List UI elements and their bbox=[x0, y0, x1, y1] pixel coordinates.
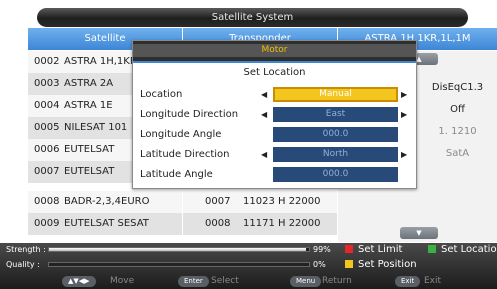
version-value: 1. 1210 bbox=[438, 126, 477, 137]
latitude-direction-row[interactable]: Latitude Direction ◀ North ▶ bbox=[133, 145, 416, 164]
satellite-name: EUTELSAT SESAT bbox=[64, 218, 149, 229]
sat-value: SatA bbox=[445, 148, 470, 159]
satellite-number: 0006 bbox=[34, 144, 60, 155]
left-arrow-icon[interactable]: ◀ bbox=[261, 85, 267, 104]
satellite-number: 0005 bbox=[34, 122, 60, 133]
exit-hint: Exit bbox=[424, 276, 442, 286]
satellite-row[interactable]: 0009 EUTELSAT SESAT bbox=[28, 213, 182, 235]
transponder-number: 0007 bbox=[205, 196, 231, 207]
left-arrow-icon[interactable]: ◀ bbox=[261, 105, 267, 124]
satellite-system-screen: Satellite System Satellite Transponder A… bbox=[0, 0, 497, 289]
toneburst-value: Off bbox=[450, 104, 465, 115]
strength-bar-fill bbox=[49, 248, 307, 251]
satellite-name: ASTRA 2A bbox=[64, 78, 114, 89]
yellow-key-icon bbox=[345, 260, 353, 268]
set-position-legend[interactable]: Set Position bbox=[345, 258, 417, 271]
location-selector[interactable]: Manual bbox=[273, 87, 398, 102]
set-location-legend[interactable]: Set Location bbox=[428, 243, 497, 256]
enter-key-button[interactable]: Enter bbox=[178, 276, 209, 287]
satellite-number: 0009 bbox=[34, 218, 60, 229]
strength-meter: Strength : 99% bbox=[0, 243, 497, 256]
location-label: Location bbox=[140, 89, 183, 100]
motor-dialog-titlebar: Motor bbox=[133, 41, 416, 63]
transponder-frequency: 11023 H 22000 bbox=[243, 196, 321, 207]
red-key-icon bbox=[345, 245, 353, 253]
motor-dialog-title: Motor bbox=[133, 44, 416, 57]
menu-key-button[interactable]: Menu bbox=[290, 276, 322, 287]
transponder-number: 0008 bbox=[205, 218, 231, 229]
latitude-direction-label: Latitude Direction bbox=[140, 149, 230, 160]
strength-bar bbox=[48, 247, 310, 252]
window-title: Satellite System bbox=[37, 8, 468, 27]
left-arrow-icon[interactable]: ◀ bbox=[261, 145, 267, 164]
select-hint: Select bbox=[211, 276, 239, 286]
green-key-icon bbox=[428, 245, 436, 253]
quality-bar bbox=[48, 262, 310, 267]
satellite-number: 0004 bbox=[34, 100, 60, 111]
longitude-angle-field[interactable]: 000.0 bbox=[273, 127, 398, 142]
latitude-direction-selector[interactable]: North bbox=[273, 147, 398, 162]
exit-key-button[interactable]: Exit bbox=[395, 276, 421, 287]
strength-percent: 99% bbox=[313, 245, 331, 254]
quality-percent: 0% bbox=[313, 260, 326, 269]
satellite-name: EUTELSAT bbox=[64, 166, 115, 177]
satellite-name: NILESAT 101 bbox=[64, 122, 128, 133]
quality-label: Quality : bbox=[6, 260, 40, 269]
set-limit-label: Set Limit bbox=[358, 244, 403, 255]
motor-dialog: Motor Set Location Location ◀ Manual ▶ L… bbox=[132, 40, 417, 189]
transponder-row[interactable]: 0007 11023 H 22000 bbox=[183, 191, 337, 213]
longitude-direction-row[interactable]: Longitude Direction ◀ East ▶ bbox=[133, 105, 416, 124]
satellite-number: 0007 bbox=[34, 166, 60, 177]
transponder-row[interactable]: 0008 11171 H 22000 bbox=[183, 213, 337, 235]
set-location-label: Set Location bbox=[441, 244, 497, 255]
scroll-down-button[interactable]: ▼ bbox=[400, 227, 438, 239]
latitude-angle-row[interactable]: Latitude Angle 000.0 bbox=[133, 165, 416, 184]
latitude-angle-field[interactable]: 000.0 bbox=[273, 167, 398, 182]
right-arrow-icon[interactable]: ▶ bbox=[401, 105, 407, 124]
satellite-name: BADR-2,3,4EURO bbox=[64, 196, 150, 207]
diseqc-value: DisEqC1.3 bbox=[431, 82, 484, 93]
satellite-name: EUTELSAT bbox=[64, 144, 115, 155]
set-position-label: Set Position bbox=[358, 259, 417, 270]
satellite-name: ASTRA 1E bbox=[64, 100, 113, 111]
satellite-number: 0008 bbox=[34, 196, 60, 207]
longitude-angle-label: Longitude Angle bbox=[140, 129, 222, 140]
right-arrow-icon[interactable]: ▶ bbox=[401, 145, 407, 164]
return-hint: Return bbox=[322, 276, 352, 286]
longitude-direction-selector[interactable]: East bbox=[273, 107, 398, 122]
help-bar: ▲▼◀▶ Move Enter Select Menu Return Exit … bbox=[0, 274, 497, 289]
longitude-angle-row[interactable]: Longitude Angle 000.0 bbox=[133, 125, 416, 144]
strength-label: Strength : bbox=[6, 245, 46, 254]
move-hint: Move bbox=[110, 276, 135, 286]
longitude-direction-label: Longitude Direction bbox=[140, 109, 239, 120]
set-limit-legend[interactable]: Set Limit bbox=[345, 243, 402, 256]
satellite-number: 0003 bbox=[34, 78, 60, 89]
motor-dialog-subtitle: Set Location bbox=[243, 67, 306, 78]
transponder-frequency: 11171 H 22000 bbox=[243, 218, 321, 229]
location-row[interactable]: Location ◀ Manual ▶ bbox=[133, 85, 416, 104]
satellite-number: 0002 bbox=[34, 56, 60, 67]
latitude-angle-label: Latitude Angle bbox=[140, 169, 213, 180]
right-arrow-icon[interactable]: ▶ bbox=[401, 85, 407, 104]
satellite-row[interactable]: 0008 BADR-2,3,4EURO bbox=[28, 191, 182, 213]
navigation-keys-icon[interactable]: ▲▼◀▶ bbox=[62, 276, 96, 287]
quality-meter: Quality : 0% bbox=[0, 258, 497, 271]
